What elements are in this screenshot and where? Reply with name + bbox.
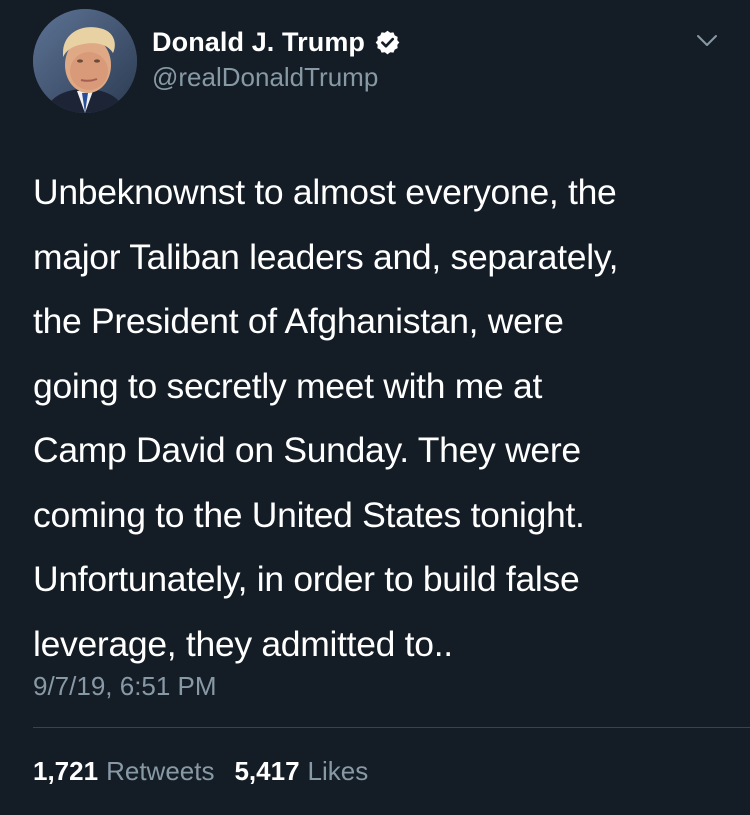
avatar-image <box>33 9 137 113</box>
author-handle[interactable]: @realDonaldTrump <box>152 62 378 93</box>
author-name-row[interactable]: Donald J. Trump <box>152 24 401 60</box>
divider <box>33 727 750 728</box>
tweet-card: Donald J. Trump @realDonaldTrump Unbekno… <box>0 0 750 815</box>
tweet-text: Unbeknownst to almost everyone, the majo… <box>33 172 619 664</box>
likes-stat[interactable]: 5,417 Likes <box>234 756 368 787</box>
tweet-stats: 1,721 Retweets 5,417 Likes <box>33 756 368 787</box>
retweets-count: 1,721 <box>33 756 99 786</box>
verified-badge-icon <box>374 29 401 56</box>
likes-count: 5,417 <box>234 756 300 786</box>
author-display-name[interactable]: Donald J. Trump <box>152 27 365 58</box>
avatar[interactable] <box>33 9 137 113</box>
retweets-stat[interactable]: 1,721 Retweets <box>33 756 214 787</box>
likes-label: Likes <box>307 756 369 786</box>
tweet-timestamp[interactable]: 9/7/19, 6:51 PM <box>33 671 217 702</box>
retweets-label: Retweets <box>106 756 215 786</box>
chevron-down-icon[interactable] <box>693 30 721 50</box>
